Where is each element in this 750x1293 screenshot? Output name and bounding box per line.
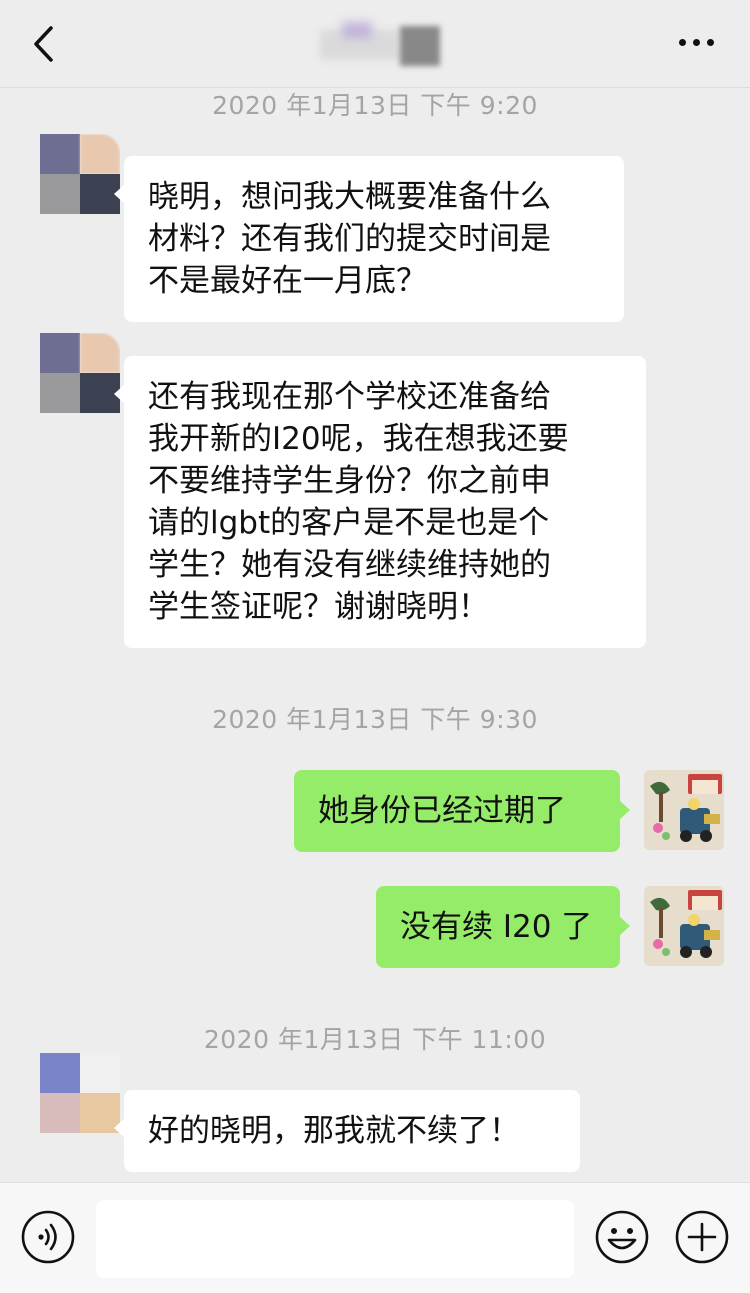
lego-avatar-image (644, 770, 724, 850)
incoming-message-bubble[interactable]: 还有我现在那个学校还准备给 我开新的I20呢，我在想我还要 不要维持学生身份？你… (114, 356, 646, 648)
chat-header (0, 0, 750, 88)
timestamp: 2020 年1月13日 下午 9:20 (212, 91, 538, 120)
chevron-left-icon (34, 26, 53, 62)
voice-icon (21, 1210, 75, 1264)
my-avatar[interactable] (644, 770, 724, 850)
emoji-button[interactable] (594, 1209, 650, 1265)
contact-avatar[interactable] (40, 333, 120, 413)
lego-avatar-image (644, 886, 724, 966)
more-options-button[interactable] (664, 20, 728, 64)
plus-icon (675, 1210, 729, 1264)
timestamp: 2020 年1月13日 下午 11:00 (203, 1025, 547, 1054)
chat-input-bar (0, 1182, 750, 1293)
more-functions-button[interactable] (674, 1209, 730, 1265)
voice-input-button[interactable] (20, 1209, 76, 1265)
contact-avatar[interactable] (40, 1053, 120, 1133)
contact-avatar[interactable] (40, 134, 120, 214)
message-input[interactable] (96, 1200, 574, 1278)
my-avatar[interactable] (644, 886, 724, 966)
emoji-icon (595, 1210, 649, 1264)
back-button[interactable] (22, 18, 66, 70)
incoming-message-bubble[interactable]: 好的晓明，那我就不续了！ (114, 1090, 580, 1172)
timestamp: 2020 年1月13日 下午 9:30 (212, 705, 538, 734)
incoming-message-bubble[interactable]: 晓明，想问我大概要准备什么 材料？还有我们的提交时间是 不是最好在一月底？ (114, 156, 624, 322)
ellipsis-icon (678, 38, 686, 46)
outgoing-message-bubble[interactable]: 她身份已经过期了 (294, 770, 630, 852)
contact-name-blurred (320, 16, 442, 66)
outgoing-message-bubble[interactable]: 没有续 I20 了 (376, 886, 630, 968)
